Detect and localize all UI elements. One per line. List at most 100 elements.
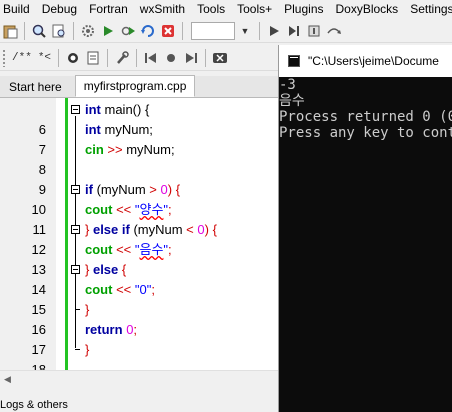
code-token: "0" (134, 282, 152, 297)
toolbar-separator (107, 48, 109, 67)
debug-continue-icon[interactable] (265, 22, 283, 40)
code-token: } (85, 302, 90, 317)
code-token: myNum; (100, 122, 153, 137)
toolbar-separator (205, 48, 207, 67)
replace-icon[interactable] (50, 22, 68, 40)
run-to-cursor-icon[interactable] (285, 22, 303, 40)
menu-tools[interactable]: Tools (194, 0, 229, 18)
build-target-dropdown[interactable] (191, 21, 235, 40)
console-title-bar[interactable]: "C:\Users\jeime\Docume (279, 45, 452, 77)
code-line: 12 } else if (myNum < 0) { (0, 220, 278, 257)
code-token: ; (151, 282, 155, 297)
highlight-icon[interactable] (64, 49, 82, 67)
tab-myfirstprogram[interactable]: myfirstprogram.cpp (74, 75, 196, 97)
logs-panel: Logs & others (0, 386, 278, 412)
wrench-icon[interactable] (113, 49, 131, 67)
code-token: int (85, 102, 101, 117)
code-editor[interactable]: 6 int main() { 7 int myNum; 8 cin >> myN… (0, 98, 278, 370)
toolbar-separator (259, 21, 260, 40)
logs-panel-title[interactable]: Logs & others (0, 399, 68, 411)
code-token: ; (168, 242, 172, 257)
chevron-down-icon[interactable]: ▼ (236, 22, 254, 40)
toolbar-separator (58, 48, 60, 67)
code-token: << (112, 242, 135, 257)
search-icon[interactable] (30, 22, 48, 40)
scroll-left-icon[interactable]: ◀ (4, 374, 11, 385)
menu-tools-plus[interactable]: Tools+ (234, 0, 276, 18)
console-line: 음수 (279, 93, 305, 109)
fold-toggle-icon[interactable] (71, 185, 80, 194)
toolbar-separator (136, 48, 138, 67)
toolbar-grip[interactable] (2, 48, 6, 67)
code-token: ) { (167, 182, 181, 197)
fold-toggle-icon[interactable] (71, 225, 80, 234)
code-token: ) { (204, 222, 217, 237)
code-token: cout (85, 202, 113, 217)
main-toolbar: ▼ (0, 19, 452, 43)
code-token: 0 (160, 182, 168, 197)
console-window[interactable]: "C:\Users\jeime\Docume -3 음수 Process ret… (278, 45, 452, 412)
code-token: ; (133, 322, 138, 337)
menu-settings[interactable]: Settings (407, 0, 452, 18)
code-line: 18 } (0, 340, 278, 370)
file-icon[interactable] (84, 49, 102, 67)
code-token: { (118, 262, 127, 277)
code-token: myNum; (126, 142, 175, 157)
code-line: 19 (0, 360, 278, 370)
console-output: -3 음수 Process returned 0 (0x Press any k… (279, 77, 452, 141)
jump-forward-icon[interactable] (182, 49, 200, 67)
code-line: 11 cout << "양수"; (0, 200, 278, 237)
menu-debug[interactable]: Debug (39, 0, 81, 18)
paste-icon[interactable] (1, 22, 19, 40)
code-token: main() { (100, 102, 150, 117)
toolbar-separator (24, 21, 25, 40)
console-title: "C:\Users\jeime\Docume (308, 54, 439, 68)
build-and-run-icon[interactable] (119, 22, 137, 40)
menu-doxyblocks[interactable]: DoxyBlocks (333, 0, 403, 18)
menu-build[interactable]: Build (0, 0, 34, 18)
menu-plugins[interactable]: Plugins (281, 0, 327, 18)
code-token: > (149, 182, 157, 197)
menu-fortran[interactable]: Fortran (86, 0, 132, 18)
code-line: 13 cout << "음수"; (0, 240, 278, 277)
code-token: << (112, 282, 135, 297)
jump-back-icon[interactable] (142, 49, 160, 67)
code-token: } (85, 262, 93, 277)
code-token: >> (103, 142, 127, 157)
code-line: 15 cout << "0"; (0, 280, 278, 317)
code-token: 0 (197, 222, 205, 237)
code-token: else if (92, 222, 130, 237)
code-line: 17 return 0; (0, 320, 278, 357)
fold-toggle-icon[interactable] (71, 105, 80, 114)
code-line: 7 int myNum; (0, 120, 278, 157)
code-token: << (112, 202, 135, 217)
code-token: if (85, 182, 93, 197)
uncomment-button[interactable]: *< (36, 49, 53, 67)
tab-start-here[interactable]: Start here (0, 76, 71, 97)
toolbar-separator (182, 21, 183, 40)
horizontal-scrollbar[interactable]: ◀ (0, 370, 278, 386)
code-token: 음수 (139, 242, 164, 257)
code-line: 9 (0, 160, 278, 197)
menu-wxsmith[interactable]: wxSmith (137, 0, 189, 18)
code-token: cout (85, 282, 113, 297)
code-token: else (92, 262, 119, 277)
console-line: -3 (279, 77, 296, 93)
code-token: 양수 (139, 202, 164, 217)
settings-gear-icon[interactable] (79, 22, 97, 40)
run-icon[interactable] (99, 22, 117, 40)
stop-icon[interactable] (159, 22, 177, 40)
editor-tab-bar: Start here myfirstprogram.cpp (0, 75, 278, 98)
step-into-icon[interactable] (305, 22, 323, 40)
fold-toggle-icon[interactable] (71, 265, 80, 274)
code-token: (myNum (129, 222, 187, 237)
code-token: } (85, 342, 90, 357)
comment-button[interactable]: /** (10, 49, 34, 67)
bookmark-dot-icon[interactable] (162, 49, 180, 67)
code-token: < (186, 222, 194, 237)
fold-end-marker (75, 349, 80, 350)
clear-x-icon[interactable] (211, 49, 229, 67)
code-line: 10 if (myNum > 0) { (0, 180, 278, 217)
step-over-icon[interactable] (325, 22, 343, 40)
rebuild-icon[interactable] (139, 22, 157, 40)
